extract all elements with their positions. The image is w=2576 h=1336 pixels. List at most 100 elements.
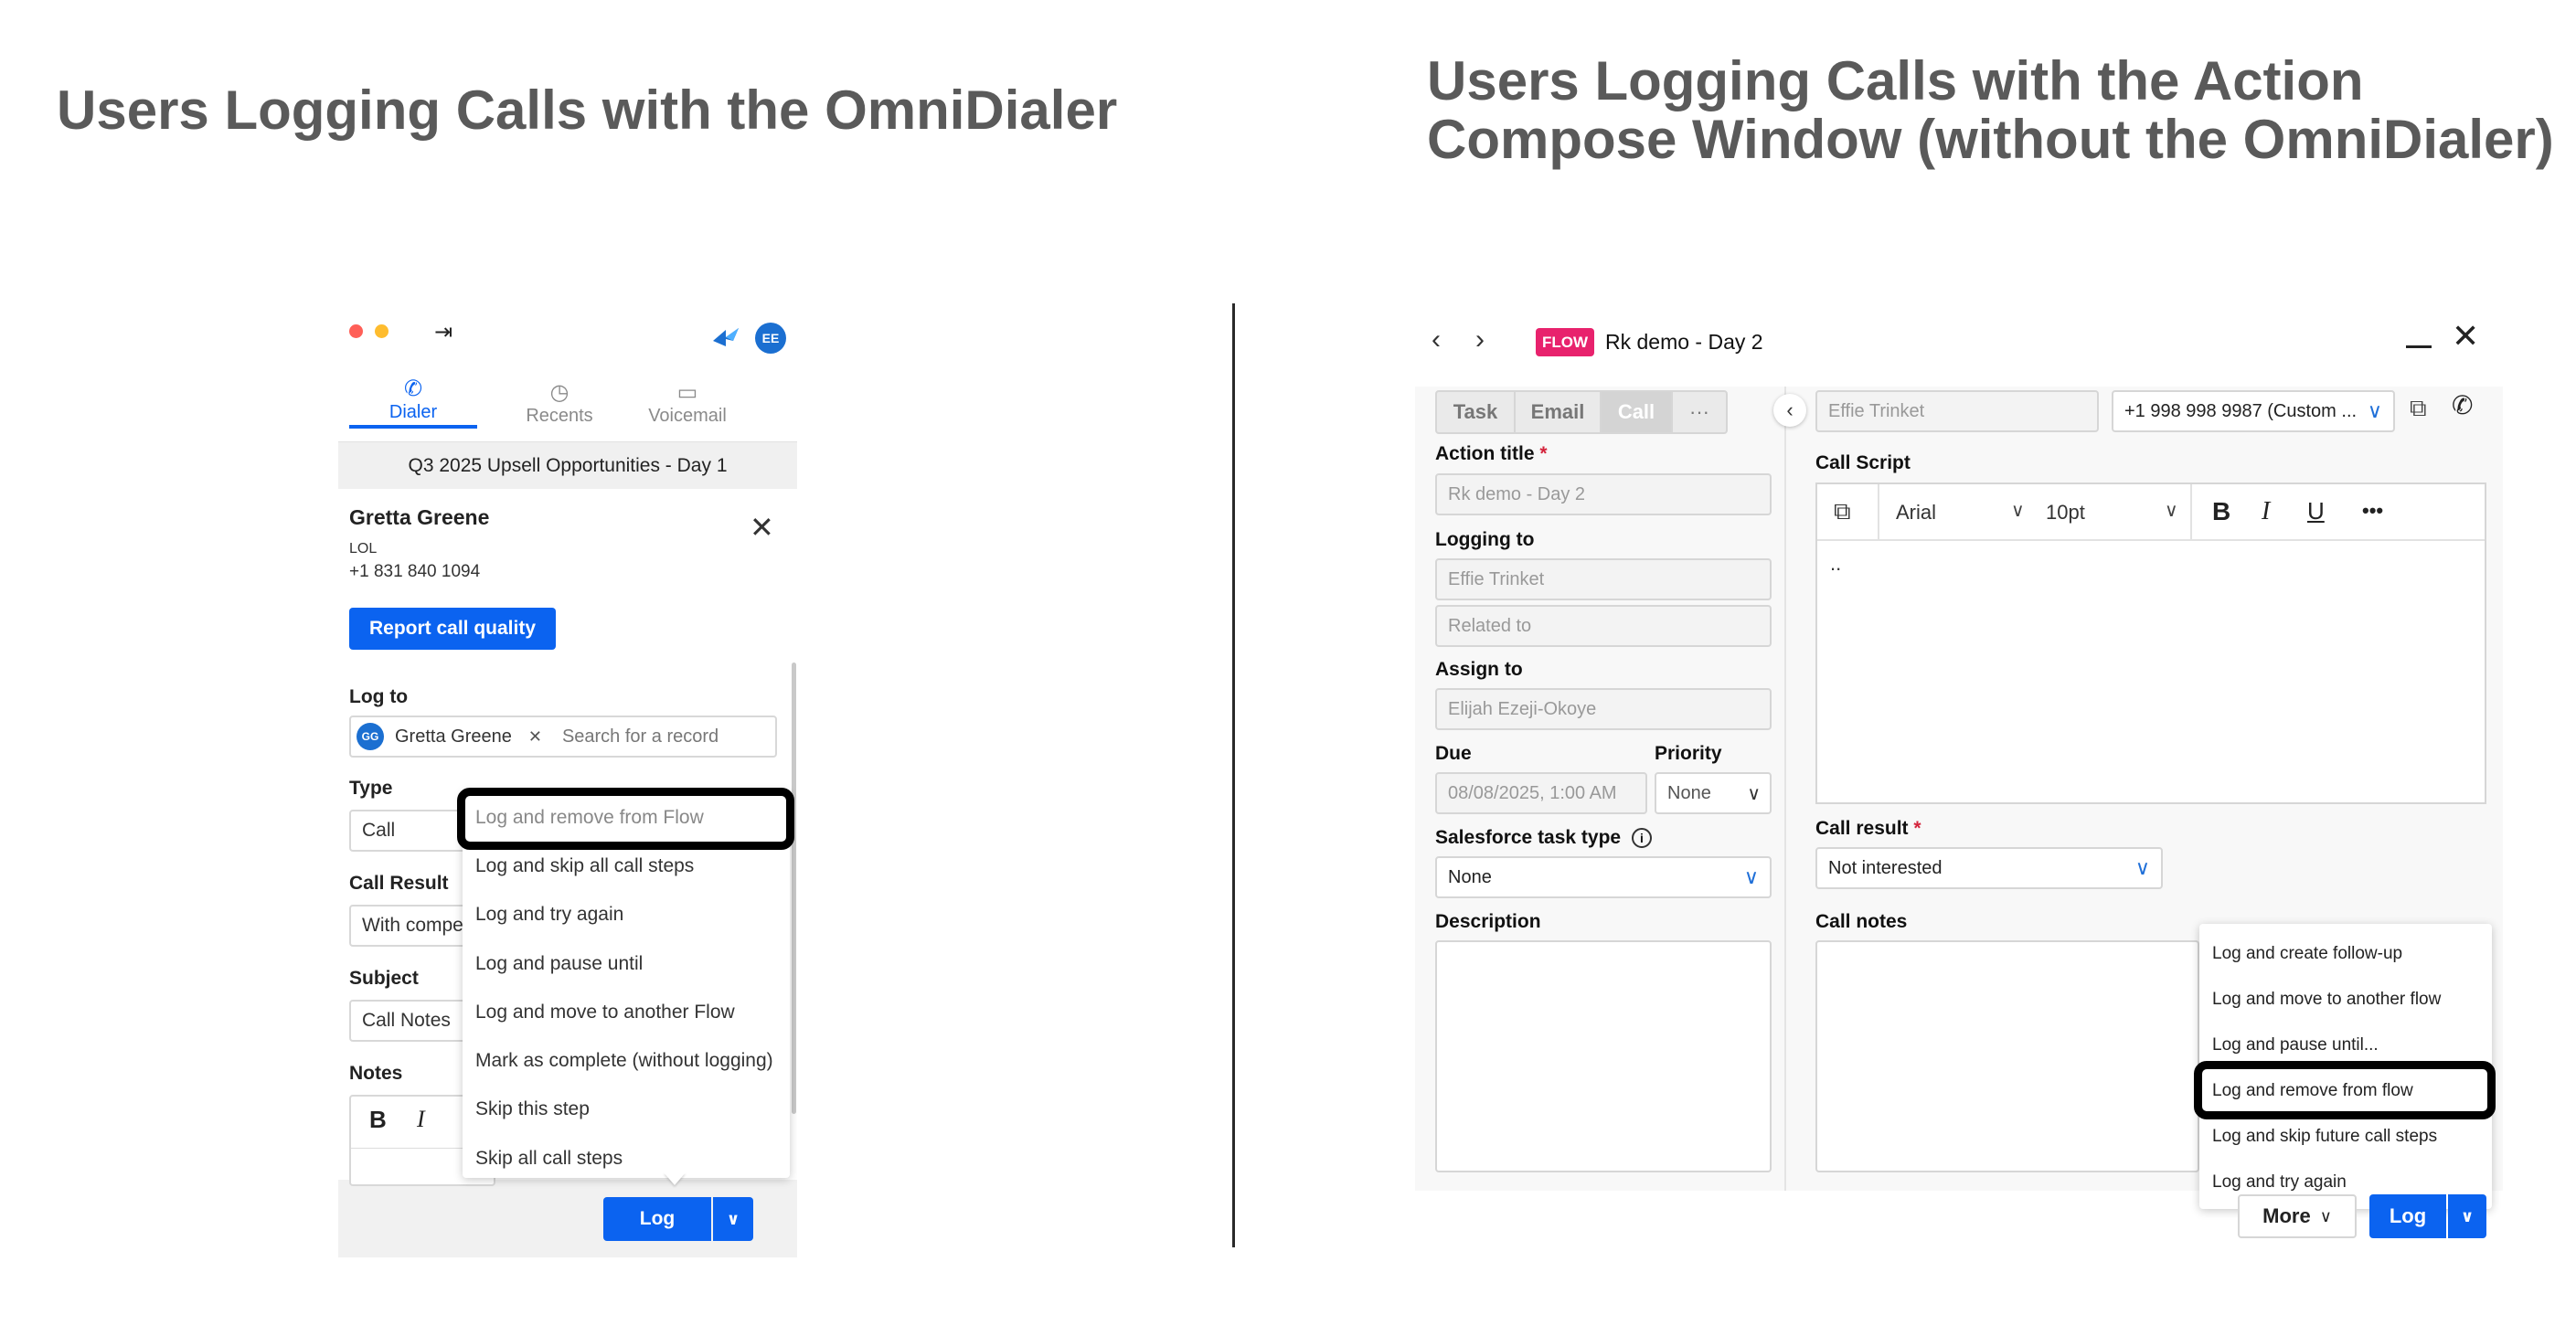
tab-dialer[interactable]: ✆ Dialer [349,376,477,429]
recipient-input[interactable]: Effie Trinket [1815,390,2099,432]
notes-label: Notes [349,1063,403,1084]
italic-button[interactable]: I [2262,497,2270,526]
menu-item-skip-step[interactable]: Skip this step [463,1098,590,1120]
call-result-select[interactable]: Not interested ∨ [1815,847,2163,889]
more-button[interactable]: More ∨ [2238,1194,2357,1238]
back-chevron-icon[interactable]: ‹ [1432,324,1441,355]
log-button[interactable]: Log [603,1197,711,1241]
close-icon[interactable]: ✕ [750,513,774,542]
due-input[interactable]: 08/08/2025, 1:00 AM [1435,772,1647,814]
chevron-left-icon: ‹ [1786,398,1794,421]
more-formatting-button[interactable]: ••• [2362,499,2383,523]
menu-item-log-try-again[interactable]: Log and try again [463,904,623,926]
related-to-input[interactable]: Related to [1435,605,1772,647]
notes-italic-button[interactable]: I [417,1106,425,1133]
window-close-dot[interactable] [349,324,363,338]
highlight-remove-flow [2194,1061,2496,1119]
pin-icon[interactable]: ⇥ [434,319,452,345]
description-textarea[interactable] [1435,940,1772,1172]
menu-pointer [664,1172,686,1185]
required-mark: * [1539,443,1548,464]
call-notes-textarea[interactable] [1815,940,2199,1172]
flow-badge: FLOW [1536,328,1595,356]
notes-bold-button[interactable]: B [369,1106,387,1134]
log-options-toggle[interactable]: ∨ [2448,1194,2486,1238]
menu-item-log-move-flow[interactable]: Log and move to another Flow [463,1002,735,1023]
compose-title: Rk demo - Day 2 [1605,330,1763,354]
report-call-quality-button[interactable]: Report call quality [349,608,556,650]
tab-recents-label: Recents [526,406,593,426]
contact-phone: +1 831 840 1094 [349,562,481,581]
voicemail-icon: ▭ [676,380,698,405]
tab-call[interactable]: Call [1602,392,1671,432]
action-title-label: Action title * [1435,443,1548,465]
tab-recents[interactable]: ◷ Recents [495,379,623,430]
menu-item-move-flow[interactable]: Log and move to another flow [2199,990,2441,1010]
font-size-select[interactable]: 10pt [2046,501,2085,525]
chevron-down-icon: ∨ [2134,856,2150,879]
menu-item-skip-future-steps[interactable]: Log and skip future call steps [2199,1127,2437,1147]
collapse-panel-button[interactable]: ‹ [1773,394,1806,427]
assign-to-label: Assign to [1435,659,1523,680]
script-template-icon[interactable]: ⧉ [1834,497,1851,526]
bold-button[interactable]: B [2212,497,2230,526]
subject-label: Subject [349,968,419,989]
log-button[interactable]: Log [2369,1194,2446,1238]
call-result-value: Not interested [1828,857,1943,878]
tab-email[interactable]: Email [1516,392,1602,432]
assign-to-input[interactable]: Elijah Ezeji-Okoye [1435,688,1772,730]
call-script-text: .. [1830,552,1842,575]
dialer-scrollbar[interactable] [792,663,796,1114]
window-minimize-dot[interactable] [375,324,389,338]
chevron-down-icon: ∨ [2460,1206,2475,1225]
underline-button[interactable]: U [2307,497,2325,525]
menu-item-log-skip-all[interactable]: Log and skip all call steps [463,855,694,877]
sf-task-type-select[interactable]: None ∨ [1435,856,1772,898]
chevron-down-icon: ∨ [2319,1206,2332,1225]
log-to-field[interactable]: GG Gretta Greene ✕ Search for a record [349,716,777,758]
menu-item-mark-complete[interactable]: Mark as complete (without logging) [463,1050,773,1072]
sf-task-type-value: None [1448,866,1492,887]
close-window-icon[interactable]: ✕ [2452,317,2479,355]
toolbar-separator [2190,484,2192,541]
menu-item-pause-until[interactable]: Log and pause until... [2199,1035,2379,1055]
copy-icon[interactable]: ⧉ [2410,394,2427,423]
chevron-down-icon: ∨ [2011,501,2025,521]
action-title-input[interactable]: Rk demo - Day 2 [1435,473,1772,515]
call-result-label-text: Call result [1815,818,1909,839]
font-family-select[interactable]: Arial [1896,501,1936,525]
chevron-down-icon: ∨ [1747,783,1761,804]
chevron-down-icon: ∨ [1743,865,1759,888]
call-script-editor[interactable]: ⧉ Arial ∨ 10pt ∨ B I U ••• .. [1815,482,2486,804]
user-avatar[interactable]: EE [755,323,786,354]
section-divider [1232,303,1235,1247]
priority-value: None [1667,782,1711,803]
log-options-toggle[interactable]: ∨ [713,1197,753,1241]
tab-dialer-label: Dialer [389,402,438,422]
forward-chevron-icon[interactable]: › [1475,324,1485,355]
description-label: Description [1435,911,1541,932]
action-title-label-text: Action title [1435,443,1535,464]
menu-item-try-again[interactable]: Log and try again [2199,1172,2347,1193]
tab-task[interactable]: Task [1437,392,1516,432]
record-chip-avatar: GG [357,723,384,750]
menu-item-skip-all-steps[interactable]: Skip all call steps [463,1148,623,1170]
phone-call-icon[interactable]: ✆ [2452,390,2473,420]
logging-to-input[interactable]: Effie Trinket [1435,558,1772,600]
flow-name-bar: Q3 2025 Upsell Opportunities - Day 1 [338,441,797,489]
record-search-placeholder[interactable]: Search for a record [562,726,719,748]
heading-action-compose-line1: Users Logging Calls with the Action [1427,50,2364,111]
chevron-down-icon: ∨ [726,1209,740,1228]
info-icon[interactable]: i [1631,828,1652,849]
log-to-label: Log to [349,686,409,707]
minimize-icon[interactable] [2406,345,2432,348]
tab-more[interactable]: ··· [1671,392,1726,432]
phone-select[interactable]: +1 998 998 9987 (Custom ... ∨ [2112,390,2395,432]
action-compose-window: ‹ › FLOW Rk demo - Day 2 ✕ Task Email Ca… [1415,313,2503,1238]
menu-item-create-follow-up[interactable]: Log and create follow-up [2199,944,2402,964]
logging-to-label: Logging to [1435,529,1535,550]
priority-select[interactable]: None ∨ [1655,772,1772,814]
tab-voicemail[interactable]: ▭ Voicemail [623,379,751,430]
menu-item-log-pause[interactable]: Log and pause until [463,953,643,975]
remove-chip-icon[interactable]: ✕ [528,727,542,747]
